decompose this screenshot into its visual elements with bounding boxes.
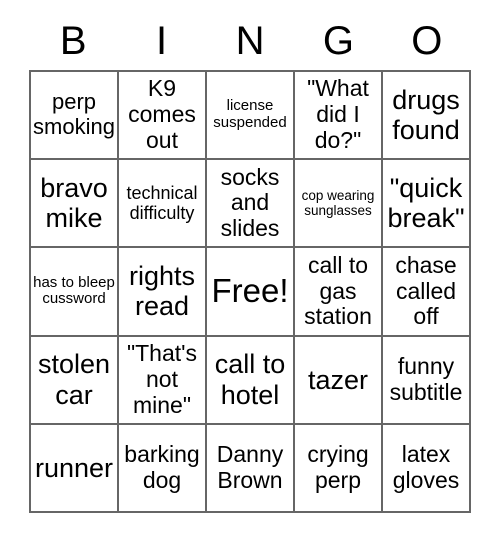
bingo-cell-label: chase called off <box>395 251 457 330</box>
bingo-cell-label: has to bleep cussword <box>33 273 115 308</box>
bingo-cell-label: drugs found <box>392 84 460 146</box>
bingo-cell-label: perp smoking <box>33 89 115 140</box>
bingo-cell-label: Danny Brown <box>216 441 284 493</box>
bingo-cell-label: runner <box>34 452 114 483</box>
bingo-cell-label: cop wearing sunglasses <box>301 188 375 219</box>
bingo-cell[interactable]: Danny Brown <box>207 424 295 513</box>
bingo-cell-label: K9 comes out <box>128 75 196 153</box>
bingo-cell-label: socks and slides <box>220 163 280 242</box>
bingo-cell[interactable]: perp smoking <box>31 72 119 161</box>
bingo-cell[interactable]: K9 comes out <box>119 72 207 161</box>
header-letter-b: B <box>59 19 87 63</box>
bingo-cell[interactable]: crying perp <box>295 424 383 513</box>
bingo-grid: perp smoking K9 comes out license suspende… <box>29 70 471 513</box>
bingo-cell-label: barking dog <box>124 441 200 493</box>
bingo-cell-label: call to gas station <box>304 251 372 330</box>
bingo-cell[interactable]: socks and slides <box>207 160 295 249</box>
bingo-cell-label: bravo mike <box>40 173 108 234</box>
bingo-cell-label: "quick break" <box>387 173 465 234</box>
bingo-cell[interactable]: funny subtitle <box>383 336 471 425</box>
bingo-cell-label: call to hotel <box>214 349 286 410</box>
bingo-cell-label: technical difficulty <box>126 183 198 224</box>
bingo-cell[interactable]: stolen car <box>31 336 119 425</box>
bingo-cell[interactable]: call to hotel <box>207 336 295 425</box>
bingo-cell-label: "That's not mine" <box>126 340 198 418</box>
bingo-cell[interactable]: "What did I do?" <box>295 72 383 161</box>
header-letter-n: N <box>235 19 265 63</box>
bingo-cell[interactable]: chase called off <box>383 248 471 337</box>
bingo-cell[interactable]: latex gloves <box>383 424 471 513</box>
bingo-cell-label: funny subtitle <box>389 352 463 405</box>
bingo-cell[interactable]: cop wearing sunglasses <box>295 160 383 249</box>
bingo-cell[interactable]: technical difficulty <box>119 160 207 249</box>
bingo-cell[interactable]: rights read <box>119 248 207 337</box>
bingo-cell[interactable]: barking dog <box>119 424 207 513</box>
header-letter-i: I <box>156 19 168 63</box>
bingo-cell-label: stolen car <box>37 349 111 410</box>
bingo-cell[interactable]: "quick break" <box>383 160 471 249</box>
bingo-cell-label: crying perp <box>307 441 369 493</box>
bingo-cell-label: "What did I do?" <box>307 75 369 153</box>
bingo-cell-label: latex gloves <box>392 441 460 493</box>
bingo-free-space[interactable]: Free! <box>207 248 295 337</box>
bingo-header-row: B I N G O <box>29 12 471 70</box>
bingo-cell[interactable]: call to gas station <box>295 248 383 337</box>
header-letter-g: G <box>322 19 354 63</box>
bingo-cell[interactable]: license suspended <box>207 72 295 161</box>
bingo-cell-label: Free! <box>211 272 289 310</box>
header-letter-o: O <box>411 19 443 63</box>
bingo-cell[interactable]: runner <box>31 424 119 513</box>
bingo-cell-label: tazer <box>307 364 369 395</box>
bingo-cell[interactable]: tazer <box>295 336 383 425</box>
bingo-cell[interactable]: has to bleep cussword <box>31 248 119 337</box>
bingo-cell[interactable]: bravo mike <box>31 160 119 249</box>
bingo-card: B I N G O perp smoking K9 comes out licens… <box>29 12 471 513</box>
bingo-cell-label: rights read <box>128 261 196 322</box>
bingo-cell-label: license suspended <box>213 97 287 132</box>
bingo-cell[interactable]: drugs found <box>383 72 471 161</box>
bingo-cell[interactable]: "That's not mine" <box>119 336 207 425</box>
